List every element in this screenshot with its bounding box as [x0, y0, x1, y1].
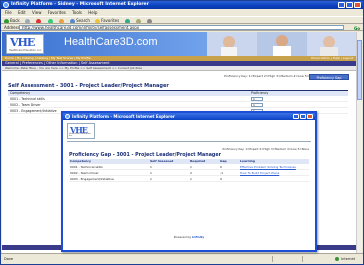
proficiency-select[interactable]: 1 — [251, 103, 263, 107]
mail-icon — [135, 18, 141, 23]
mail-button[interactable] — [135, 17, 142, 23]
status-bar: Done Internet — [1, 253, 363, 264]
self-assessment-title: Self Assessment - 3001 - Project Leader/… — [8, 83, 348, 91]
browser-window: Infinity Platform - Sidney - Microsoft I… — [0, 0, 364, 265]
favorites-button[interactable]: Favorites — [95, 17, 119, 23]
go-button[interactable]: Go — [354, 25, 360, 32]
menu-file[interactable]: File — [5, 10, 12, 15]
menu-tools[interactable]: Tools — [72, 10, 82, 15]
forward-button[interactable] — [25, 17, 31, 23]
site-logo[interactable]: VHE Healthcare Education, Inc. — [6, 34, 44, 54]
search-button[interactable]: Search — [70, 17, 90, 23]
popup-close-icon[interactable] — [307, 114, 313, 119]
logo-mark: VHE — [10, 36, 35, 49]
address-input[interactable]: http://www.healthcare3d.com/infinity/sel… — [19, 25, 344, 30]
popup-titlebar: Infinity Platform - Microsoft Internet E… — [63, 113, 315, 120]
proficiency-key: Proficiency Key: 1=Expert 2=High 3=Mediu… — [224, 74, 317, 78]
popup-logo: VHE Healthcare Education, Inc. — [67, 123, 95, 139]
forward-arrow-icon — [25, 18, 30, 23]
menubar: File Edit View Favorites Tools Help — [1, 9, 363, 16]
banner-photos — [207, 32, 357, 56]
scrollbar-thumb[interactable] — [357, 40, 362, 100]
history-button[interactable] — [124, 17, 131, 23]
ie-icon — [65, 114, 70, 119]
status-text: Done — [4, 257, 14, 261]
menu-favorites[interactable]: Favorites — [48, 10, 66, 15]
popup-powered-by: Powered by Infinity — [173, 235, 205, 239]
print-button[interactable] — [147, 17, 153, 23]
stop-icon — [36, 18, 42, 23]
address-bar: Address http://www.healthcare3d.com/infi… — [1, 24, 363, 31]
search-icon — [70, 18, 76, 23]
print-icon — [147, 18, 153, 23]
address-label: Address — [4, 25, 20, 30]
proficiency-key: Proficiency Key: 1=Expert 2=High 3=Mediu… — [222, 147, 309, 151]
popup-maximize-icon[interactable] — [300, 114, 306, 119]
star-icon — [95, 18, 101, 23]
refresh-button[interactable] — [47, 17, 54, 23]
table-row: 0003 - Engagement/Initiative 1 1 0 — [69, 176, 309, 182]
proficiency-gap-table: Competency Self Assessed Required Gap Le… — [69, 159, 309, 182]
logo-subtitle: Healthcare Education, Inc. — [9, 49, 42, 52]
popup-title: Infinity Platform - Microsoft Internet E… — [72, 114, 175, 119]
minimize-icon[interactable] — [338, 2, 345, 8]
brand-name: HealthCare3D.com — [64, 36, 158, 48]
menu-help[interactable]: Help — [88, 10, 97, 15]
popup-heading: Proficiency Gap - 3001 - Project Leader/… — [69, 153, 221, 158]
window-titlebar: Infinity Platform - Sidney - Microsoft I… — [1, 1, 363, 9]
proficiency-gap-popup: Infinity Platform - Microsoft Internet E… — [61, 111, 317, 252]
home-icon — [58, 18, 64, 23]
stop-button[interactable] — [36, 17, 42, 23]
proficiency-select[interactable]: 1 — [251, 97, 263, 101]
menu-edit[interactable]: Edit — [18, 10, 26, 15]
vertical-scrollbar[interactable] — [356, 32, 362, 253]
internet-zone-icon — [335, 257, 340, 261]
window-title: Infinity Platform - Sidney - Microsoft I… — [11, 2, 149, 7]
breadcrumb: Welcome, Peter Blue - You are here >> My… — [2, 66, 357, 71]
back-button[interactable]: Back — [4, 17, 20, 23]
back-arrow-icon — [4, 18, 9, 23]
popup-minimize-icon[interactable] — [293, 114, 299, 119]
home-button[interactable] — [58, 17, 65, 23]
menu-view[interactable]: View — [32, 10, 42, 15]
maximize-icon[interactable] — [346, 2, 353, 8]
proficiency-gap-button[interactable]: Proficiency Gap — [309, 74, 349, 80]
zone-indicator: Internet — [335, 254, 355, 264]
logo-subtitle: Healthcare Education, Inc. — [69, 133, 92, 137]
divider — [67, 141, 311, 142]
site-banner: VHE Healthcare Education, Inc. HealthCar… — [2, 32, 357, 56]
refresh-icon — [47, 18, 53, 23]
toolbar: Back Search Favorites — [1, 16, 363, 24]
history-icon — [124, 18, 130, 23]
ie-icon — [3, 2, 9, 8]
close-icon[interactable] — [354, 2, 361, 8]
